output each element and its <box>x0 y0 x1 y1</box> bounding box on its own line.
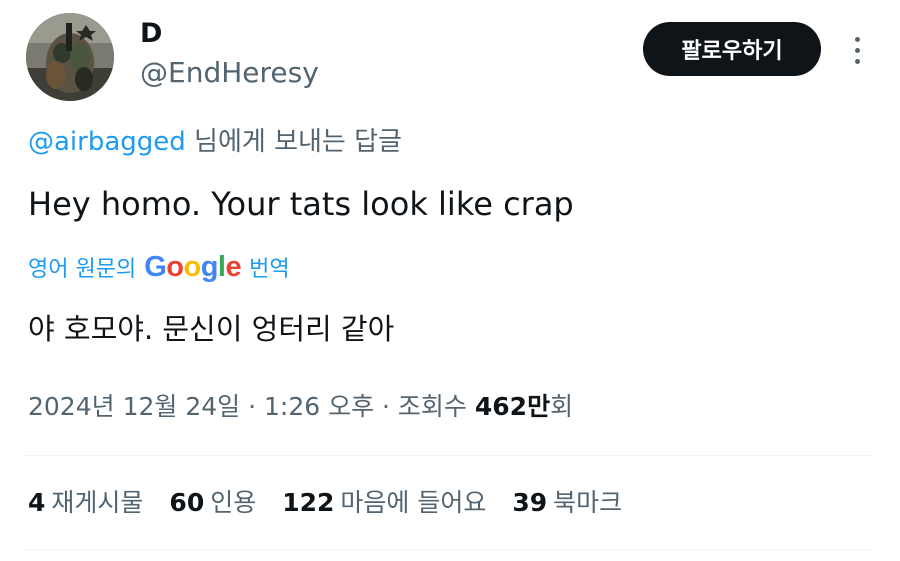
stat-count: 122 <box>282 488 335 517</box>
tweet-time[interactable]: 1:26 오후 <box>264 392 374 421</box>
stat-quotes[interactable]: 60 인용 <box>169 484 256 522</box>
stat-count: 4 <box>28 488 46 517</box>
more-dot <box>854 58 860 64</box>
divider <box>26 549 874 550</box>
reply-context: @airbagged 님에게 보내는 답글 <box>28 124 402 160</box>
follow-button[interactable]: 팔로우하기 <box>643 22 821 76</box>
engagement-stats: 4 재게시물 60 인용 122 마음에 들어요 39 북마크 <box>28 484 648 522</box>
google-logo-letter: g <box>200 250 219 283</box>
stat-label: 재게시물 <box>51 488 144 517</box>
author-display-name[interactable]: D <box>140 16 162 52</box>
avatar[interactable] <box>26 13 114 101</box>
meta-separator: · <box>240 392 264 421</box>
translated-text: 야 호모야. 문신이 엉터리 같아 <box>28 312 395 346</box>
tweet-meta: 2024년 12월 24일 · 1:26 오후 · 조회수 462만회 <box>28 388 573 426</box>
tweet-date[interactable]: 2024년 12월 24일 <box>28 392 240 421</box>
views-suffix: 회 <box>550 392 574 421</box>
views-count: 462만 <box>474 392 551 421</box>
google-logo-letter: G <box>144 250 167 283</box>
google-logo-letter: o <box>183 250 201 283</box>
google-logo: Google <box>144 251 241 284</box>
stat-label: 북마크 <box>553 488 623 517</box>
translate-suffix: 번역 <box>249 257 290 282</box>
avatar-image <box>26 13 114 101</box>
stat-likes[interactable]: 122 마음에 들어요 <box>282 484 486 522</box>
author-handle[interactable]: @EndHeresy <box>140 54 319 92</box>
translate-prefix: 영어 원문의 <box>28 257 137 282</box>
reply-context-suffix: 님에게 보내는 답글 <box>185 127 402 157</box>
more-options-icon[interactable] <box>842 30 872 70</box>
tweet-text: Hey homo. Your tats look like crap <box>28 185 574 223</box>
views-label: 조회수 <box>397 392 467 421</box>
meta-separator: · <box>374 392 398 421</box>
stat-label: 마음에 들어요 <box>340 488 487 517</box>
stat-count: 39 <box>512 488 548 517</box>
stat-bookmarks[interactable]: 39 북마크 <box>512 484 622 522</box>
reply-mention-link[interactable]: @airbagged <box>28 127 186 157</box>
translate-link[interactable]: 영어 원문의 Google 번역 <box>28 248 290 286</box>
stat-label: 인용 <box>210 488 257 517</box>
divider <box>26 455 874 456</box>
google-logo-letter: e <box>225 250 242 283</box>
more-dot <box>854 47 860 53</box>
stat-count: 60 <box>169 488 205 517</box>
more-dot <box>854 36 860 42</box>
google-logo-letter: o <box>166 250 184 283</box>
stat-reposts[interactable]: 4 재게시물 <box>28 484 143 522</box>
